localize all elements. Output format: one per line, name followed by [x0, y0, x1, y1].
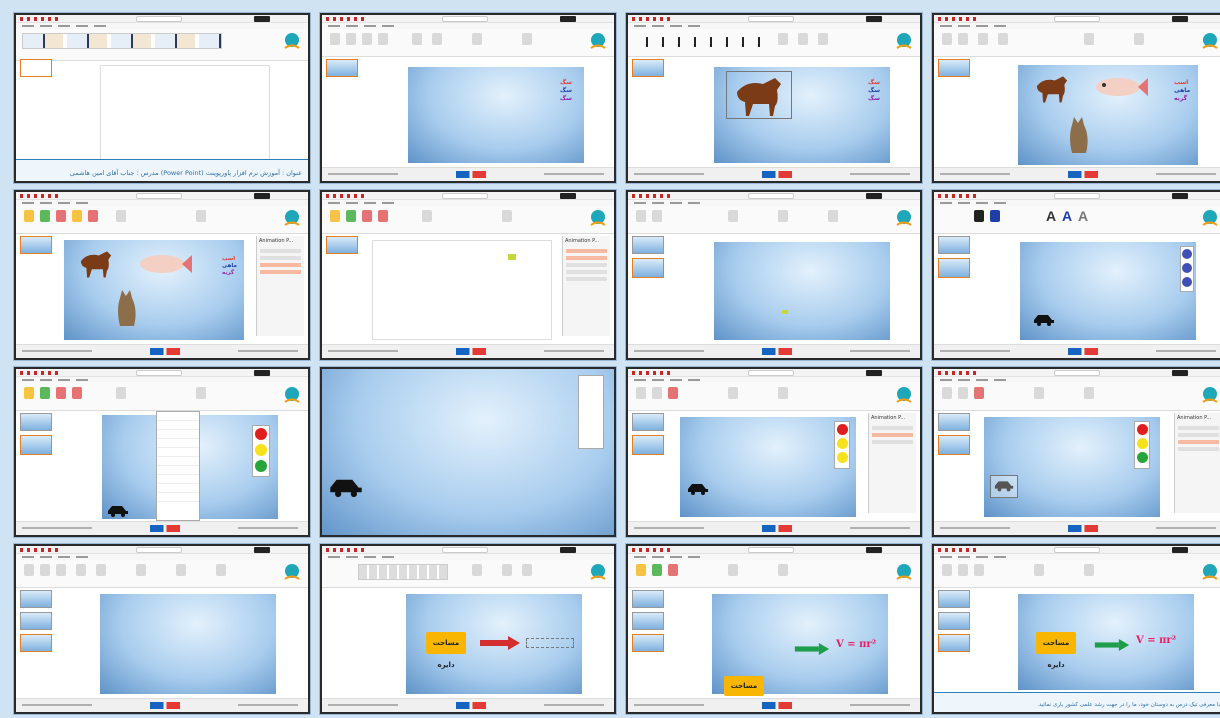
- tickdars-logo-icon: [586, 562, 610, 584]
- word-horse: اسب: [1174, 79, 1189, 86]
- slide-canvas[interactable]: [408, 67, 584, 163]
- car-icon: [326, 475, 366, 500]
- slide-canvas[interactable]: [372, 240, 552, 340]
- word-dog: سگ: [868, 87, 881, 94]
- animation-pane[interactable]: Animation P...: [256, 236, 304, 336]
- car-icon[interactable]: [990, 475, 1018, 498]
- word-cat: گربه: [222, 270, 235, 276]
- word-dog: سگ: [868, 79, 881, 86]
- tickdars-logo-icon: [1198, 208, 1220, 230]
- horse-icon[interactable]: [726, 71, 792, 119]
- thumbnail-8: A A A: [932, 190, 1220, 360]
- slide-canvas-slideshow[interactable]: [322, 369, 614, 535]
- formula-text: V = πr²: [836, 639, 877, 650]
- titlebar: [16, 15, 308, 23]
- thumbnail-grid: عنوان : آموزش نرم افزار پاورپوینت (Power…: [14, 13, 1220, 714]
- slide-canvas[interactable]: [100, 65, 270, 165]
- arrow-icon: [480, 636, 520, 653]
- ribbon-shape-format: A A A: [934, 206, 1220, 234]
- cat-icon: [112, 288, 142, 331]
- circle-area-box: مساحت دایره: [426, 632, 466, 669]
- ribbon: [322, 29, 614, 57]
- tickdars-logo-icon: [892, 208, 916, 230]
- car-icon: [686, 481, 710, 498]
- thumbnail-3: سگ سگ سگ: [626, 13, 922, 183]
- tile-caption: عنوان : آموزش نرم افزار پاورپوینت (Power…: [69, 169, 302, 177]
- horse-icon: [1030, 69, 1074, 110]
- thumbnail-2: سگ سگ سگ: [320, 13, 616, 183]
- thumbnail-14: مساحت دایره: [320, 544, 616, 714]
- tickdars-logo-icon: [280, 208, 304, 230]
- thumbnail-16: مساحت دایره V = πr² با معرفی تیک درس به …: [932, 544, 1220, 714]
- slide-canvas[interactable]: [680, 417, 856, 517]
- circle-area-box[interactable]: مساحت دایره: [724, 676, 764, 710]
- slide-pane[interactable]: [20, 59, 54, 81]
- word-dog: سگ: [560, 87, 573, 94]
- car-icon: [106, 503, 130, 520]
- tickdars-logo-icon: [892, 385, 916, 407]
- tickdars-logo-icon: [586, 31, 610, 53]
- selection-handle[interactable]: [782, 310, 788, 314]
- traffic-light-icon[interactable]: [1180, 246, 1194, 292]
- ribbon-design: [16, 29, 308, 61]
- thumbnail-1: عنوان : آموزش نرم افزار پاورپوینت (Power…: [14, 13, 310, 183]
- thumbnail-5: اسب ماهی گربه Animation P...: [14, 190, 310, 360]
- fish-icon: [508, 254, 516, 260]
- fish-icon: [136, 252, 192, 279]
- tickdars-logo-icon: [892, 31, 916, 53]
- traffic-light-icon: [1134, 421, 1150, 469]
- thumbnail-6: Animation P...: [320, 190, 616, 360]
- horse-icon: [74, 244, 118, 285]
- slide-canvas[interactable]: [714, 242, 890, 340]
- word-dog: سگ: [560, 79, 573, 86]
- thumbnail-10: [320, 367, 616, 537]
- arrow-icon: [794, 642, 830, 658]
- animation-pane[interactable]: Animation P...: [868, 413, 916, 513]
- ribbon-animations: [16, 206, 308, 234]
- tickdars-logo-icon: [1198, 385, 1220, 407]
- thumbnail-11: Animation P...: [626, 367, 922, 537]
- animation-pane-title: Animation P...: [259, 238, 294, 244]
- placeholder-selection[interactable]: [526, 638, 574, 648]
- tickdars-logo-icon: [280, 31, 304, 53]
- animation-pane[interactable]: Animation P...: [1174, 413, 1220, 513]
- tickdars-logo-icon: [586, 208, 610, 230]
- traffic-light-icon: [834, 421, 850, 469]
- car-icon: [1032, 312, 1056, 329]
- tickdars-logo-icon: [280, 562, 304, 584]
- word-cat: گربه: [1174, 95, 1188, 102]
- slide-canvas[interactable]: [100, 594, 276, 694]
- ribbon-shape-format: [322, 560, 614, 588]
- animation-pane[interactable]: Animation P...: [562, 236, 610, 336]
- word-dog: سگ: [868, 95, 881, 102]
- thumbnail-7: [626, 190, 922, 360]
- thumbnail-12: Animation P...: [932, 367, 1220, 537]
- tile-caption: با معرفی تیک درس به دوستان خود، ما را در…: [1037, 702, 1220, 708]
- tickdars-logo-icon: [1198, 562, 1220, 584]
- thumbnail-13: [14, 544, 310, 714]
- motion-path-dropdown[interactable]: [156, 411, 200, 521]
- thumbnail-15: V = πr² مساحت دایره: [626, 544, 922, 714]
- tickdars-logo-icon: [280, 385, 304, 407]
- tickdars-logo-icon: [1198, 31, 1220, 53]
- formula-text: V = πr²: [1136, 635, 1177, 646]
- arrow-icon: [1094, 638, 1130, 654]
- traffic-light-icon: [252, 425, 270, 477]
- circle-area-box: مساحت دایره: [1036, 632, 1076, 669]
- ribbon-insert: [16, 560, 308, 588]
- slide-thumb[interactable]: [326, 59, 358, 77]
- traffic-light-icon: [578, 375, 604, 449]
- slide-thumb[interactable]: [20, 59, 52, 77]
- thumbnail-9: [14, 367, 310, 537]
- word-fish: ماهی: [1174, 87, 1191, 94]
- cat-icon: [1064, 115, 1094, 158]
- thumbnail-4: اسب ماهی گربه: [932, 13, 1220, 183]
- ribbon-shapes: [628, 29, 920, 57]
- word-fish: ماهی: [222, 263, 237, 269]
- tickdars-logo-icon: [892, 562, 916, 584]
- fish-icon: [1092, 75, 1148, 102]
- word-horse: اسب: [222, 256, 236, 262]
- word-dog: سگ: [560, 95, 573, 102]
